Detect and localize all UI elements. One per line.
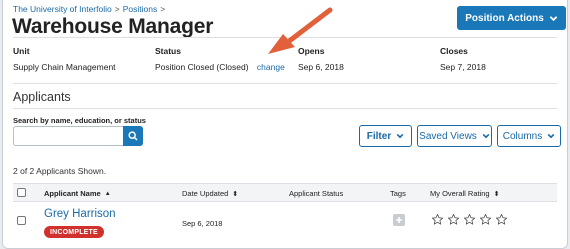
star-outline-icon[interactable] <box>479 213 492 226</box>
filter-label: Filter <box>366 130 392 142</box>
chevron-down-icon <box>396 133 404 139</box>
divider <box>13 37 557 38</box>
column-name-label: Applicant Name <box>44 189 101 198</box>
select-all-checkbox[interactable] <box>17 188 26 197</box>
search-label: Search by name, education, or status <box>13 116 146 125</box>
column-header-date[interactable]: Date Updated ⬍ <box>182 189 238 198</box>
breadcrumb-positions-link[interactable]: Positions <box>123 4 158 14</box>
sort-icon: ⬍ <box>493 190 500 198</box>
star-outline-icon[interactable] <box>431 213 444 226</box>
column-header-rating[interactable]: My Overall Rating ⬍ <box>430 189 499 198</box>
position-actions-label: Position Actions <box>465 12 544 24</box>
applicant-name-link[interactable]: Grey Harrison <box>44 208 116 220</box>
column-header-name[interactable]: Applicant Name ▲ <box>44 189 111 198</box>
breadcrumb: The University of Interfolio > Positions > <box>13 4 168 14</box>
date-updated-cell: Sep 6, 2018 <box>182 219 223 228</box>
position-actions-button[interactable]: Position Actions <box>457 6 566 30</box>
status-badge: INCOMPLETE <box>44 226 104 238</box>
closes-label: Closes <box>440 46 468 56</box>
applicant-count: 2 of 2 Applicants Shown. <box>13 166 107 176</box>
star-outline-icon[interactable] <box>495 213 508 226</box>
status-value-group: Position Closed (Closed) change <box>155 62 285 72</box>
divider <box>13 108 557 109</box>
star-outline-icon[interactable] <box>447 213 460 226</box>
search-icon <box>128 131 138 141</box>
column-header-tags: Tags <box>390 189 406 198</box>
unit-value: Supply Chain Management <box>13 62 116 72</box>
opens-label: Opens <box>298 46 325 56</box>
saved-views-button[interactable]: Saved Views <box>417 125 492 147</box>
status-value: Position Closed (Closed) <box>155 62 249 72</box>
breadcrumb-separator: > <box>114 4 120 14</box>
status-label: Status <box>155 46 181 56</box>
filter-button[interactable]: Filter <box>359 125 412 147</box>
plus-icon <box>396 217 402 223</box>
column-date-label: Date Updated <box>182 189 229 198</box>
closes-value: Sep 7, 2018 <box>440 62 486 72</box>
column-header-status: Applicant Status <box>289 189 344 198</box>
table-header: Applicant Name ▲ Date Updated ⬍ Applican… <box>13 183 557 202</box>
chevron-down-icon <box>482 133 490 139</box>
row-checkbox[interactable] <box>17 216 26 225</box>
chevron-down-icon <box>549 15 558 21</box>
sort-asc-icon: ▲ <box>104 190 111 197</box>
star-outline-icon[interactable] <box>463 213 476 226</box>
page-title: Warehouse Manager <box>12 15 214 38</box>
breadcrumb-root-link[interactable]: The University of Interfolio <box>13 4 112 14</box>
breadcrumb-separator: > <box>160 4 166 14</box>
search-button[interactable] <box>123 126 143 146</box>
unit-label: Unit <box>13 46 30 56</box>
opens-value: Sep 6, 2018 <box>298 62 344 72</box>
column-rating-label: My Overall Rating <box>430 189 490 198</box>
add-tag-button[interactable] <box>393 214 405 226</box>
search-input[interactable] <box>13 126 123 146</box>
sort-icon: ⬍ <box>232 190 239 198</box>
columns-label: Columns <box>502 130 543 142</box>
divider <box>13 83 557 84</box>
saved-views-label: Saved Views <box>419 130 477 142</box>
status-change-link[interactable]: change <box>257 62 285 72</box>
chevron-down-icon <box>547 133 555 139</box>
position-card: The University of Interfolio > Positions > … <box>2 0 568 249</box>
overall-rating[interactable] <box>431 213 508 226</box>
applicants-heading: Applicants <box>13 90 71 104</box>
columns-button[interactable]: Columns <box>497 125 561 147</box>
